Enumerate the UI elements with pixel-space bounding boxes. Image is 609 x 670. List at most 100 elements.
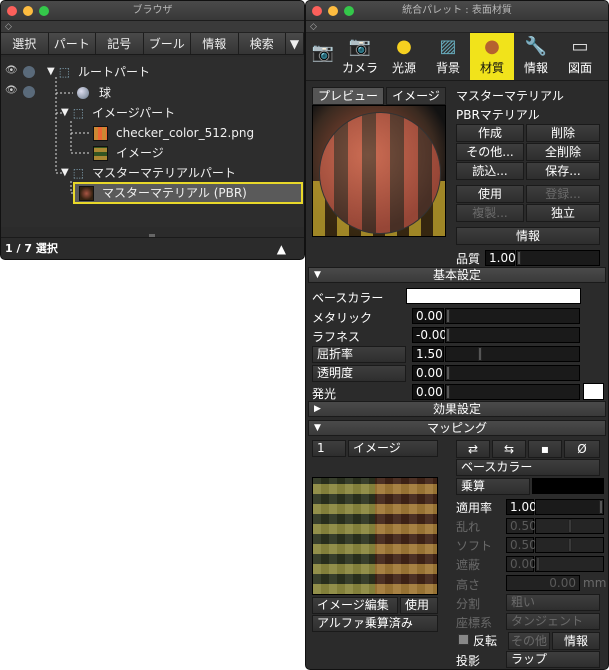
tab-select[interactable]: 選択: [1, 33, 49, 54]
delete-all-button[interactable]: 全削除: [526, 143, 600, 161]
slider-knob[interactable]: [599, 500, 603, 514]
tree-item-master-material-part[interactable]: ▼ ⬚ マスターマテリアルパート: [61, 163, 236, 183]
metallic-slider[interactable]: [445, 308, 580, 324]
paste-mapping-icon[interactable]: ⇆: [492, 440, 526, 458]
occlusion-slider[interactable]: [535, 556, 604, 572]
tab-camera[interactable]: 📷 カメラ: [338, 33, 382, 80]
slider-knob[interactable]: [568, 538, 572, 552]
register-button[interactable]: 登録...: [526, 185, 600, 203]
clear-mapping-icon[interactable]: Ø: [564, 440, 600, 458]
metallic-field[interactable]: 0.00: [412, 308, 444, 324]
tab-symbol[interactable]: 記号: [96, 33, 144, 54]
tab-light[interactable]: ● 光源: [382, 33, 426, 80]
load-button[interactable]: 読込...: [456, 162, 524, 180]
disclosure-triangle-icon[interactable]: ▼: [61, 163, 69, 183]
lock-dot-icon[interactable]: [23, 66, 35, 78]
visibility-eye-icon[interactable]: 👁: [5, 65, 18, 76]
soft-field[interactable]: 0.50: [506, 537, 537, 553]
roughness-field[interactable]: -0.00: [412, 327, 447, 343]
tab-part[interactable]: パート: [48, 33, 96, 54]
tabs-menu-button[interactable]: ▼: [286, 33, 304, 54]
lock-dot-icon[interactable]: [23, 86, 35, 98]
delete-button[interactable]: 削除: [526, 124, 600, 142]
zoom-button[interactable]: [344, 6, 354, 16]
tab-image[interactable]: イメージ: [386, 87, 446, 105]
slider-knob[interactable]: [478, 347, 482, 361]
emission-slider[interactable]: [445, 384, 580, 400]
image-use-dropdown[interactable]: 使用: [400, 597, 438, 614]
transparency-field[interactable]: 0.00: [412, 365, 444, 381]
mapping-header[interactable]: ▼ マッピング: [308, 420, 606, 436]
close-button[interactable]: [7, 6, 17, 16]
emission-color-swatch[interactable]: [583, 383, 604, 400]
tab-search[interactable]: 検索: [238, 33, 286, 54]
zoom-button[interactable]: [39, 6, 49, 16]
disclosure-triangle-icon[interactable]: ▼: [61, 103, 69, 123]
emission-field[interactable]: 0.00: [412, 384, 444, 400]
minimize-button[interactable]: [328, 6, 338, 16]
tab-material[interactable]: ● 材質: [470, 33, 514, 80]
roughness-slider[interactable]: [445, 327, 580, 343]
tree-item-image[interactable]: イメージ: [93, 143, 164, 163]
slider-knob[interactable]: [446, 328, 450, 342]
tab-background[interactable]: ▨ 背景: [426, 33, 470, 80]
tree-item-master-material-pbr[interactable]: マスターマテリアル (PBR): [73, 182, 303, 204]
mapping-type-dropdown[interactable]: イメージ: [348, 440, 438, 457]
tab-info[interactable]: 情報: [191, 33, 239, 54]
refraction-dropdown[interactable]: 屈折率: [312, 346, 406, 363]
mapping-other-button[interactable]: その他: [508, 632, 550, 650]
minimize-button[interactable]: [23, 6, 33, 16]
quality-field[interactable]: 1.00: [485, 250, 516, 266]
quality-slider[interactable]: [516, 250, 600, 266]
coord-dropdown[interactable]: タンジェント: [506, 613, 600, 630]
slider-knob[interactable]: [568, 519, 572, 533]
image-edit-dropdown[interactable]: イメージ編集: [312, 597, 398, 614]
slider-knob[interactable]: [446, 366, 450, 380]
slider-knob[interactable]: [446, 309, 450, 323]
slider-knob[interactable]: [536, 557, 540, 571]
tab-preview[interactable]: プレビュー: [312, 87, 384, 105]
slider-knob[interactable]: [446, 385, 450, 399]
transparency-dropdown[interactable]: 透明度: [312, 365, 406, 382]
effects-settings-header[interactable]: ▶ 効果設定: [308, 401, 606, 417]
occlusion-field[interactable]: 0.00: [506, 556, 537, 572]
base-color-swatch[interactable]: [406, 288, 581, 304]
create-button[interactable]: 作成: [456, 124, 524, 142]
tab-boolean[interactable]: ブール: [143, 33, 191, 54]
invert-checkbox[interactable]: [458, 634, 469, 645]
tab-drawing[interactable]: ▭ 図面: [558, 33, 602, 80]
disclosure-triangle-icon[interactable]: ▼: [47, 62, 55, 82]
tree-item-root-part[interactable]: ▼ ⬚ ルートパート: [47, 62, 150, 82]
independent-button[interactable]: 独立: [526, 204, 600, 222]
tree-item-image-part[interactable]: ▼ ⬚ イメージパート: [61, 103, 175, 123]
tree-item-checker-image[interactable]: checker_color_512.png: [93, 123, 254, 143]
refraction-slider[interactable]: [445, 346, 580, 362]
copy-mapping-icon[interactable]: ⇄: [456, 440, 490, 458]
noise-slider[interactable]: [535, 518, 604, 534]
duplicate-button[interactable]: 複製...: [456, 204, 524, 222]
height-field[interactable]: 0.00: [506, 575, 580, 591]
soft-slider[interactable]: [535, 537, 604, 553]
tab-snapshot[interactable]: 📷: [308, 33, 338, 80]
close-button[interactable]: [312, 6, 322, 16]
save-button[interactable]: 保存...: [526, 162, 600, 180]
mapping-info-button[interactable]: 情報: [552, 632, 600, 650]
duplicate-mapping-icon[interactable]: ▪: [528, 440, 562, 458]
blend-mode-dropdown[interactable]: 乗算: [456, 478, 530, 495]
alpha-premultiplied-dropdown[interactable]: アルファ乗算済み: [312, 615, 438, 632]
palette-collapse-bar[interactable]: ◇: [306, 21, 608, 33]
use-button[interactable]: 使用: [456, 185, 524, 203]
info-button[interactable]: 情報: [456, 227, 600, 245]
mapping-index-dropdown[interactable]: 1: [312, 440, 346, 457]
transparency-slider[interactable]: [445, 365, 580, 381]
tab-info[interactable]: 🔧 情報: [514, 33, 558, 80]
tree-item-sphere[interactable]: 球: [77, 83, 111, 103]
other-button[interactable]: その他...: [456, 143, 524, 161]
apply-rate-field[interactable]: 1.00: [506, 499, 537, 515]
browser-collapse-bar[interactable]: ◇: [1, 21, 304, 33]
visibility-eye-icon[interactable]: 👁: [5, 85, 18, 96]
mapping-target-dropdown[interactable]: ベースカラー: [456, 459, 600, 476]
blend-color-swatch[interactable]: [532, 478, 604, 494]
projection-dropdown[interactable]: ラップ: [506, 651, 600, 668]
noise-field[interactable]: 0.50: [506, 518, 537, 534]
